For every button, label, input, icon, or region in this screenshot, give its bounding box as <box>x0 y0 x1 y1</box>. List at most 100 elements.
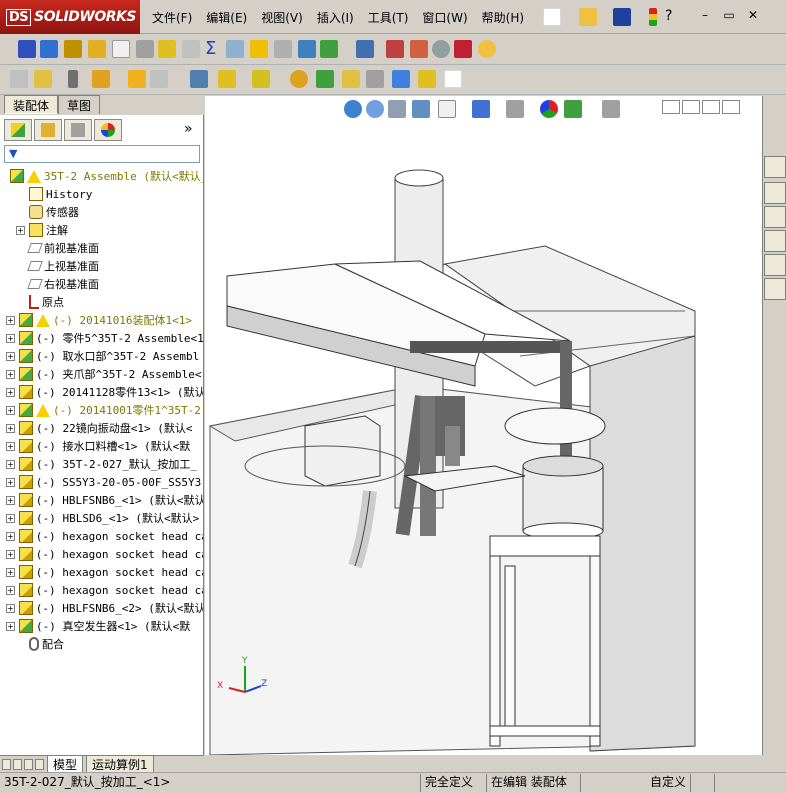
pattern-icon[interactable] <box>92 70 110 88</box>
tree-item[interactable]: + (-) 22镜向振动盘<1> (默认< <box>0 419 203 437</box>
expand-toggle-icon[interactable]: + <box>6 621 15 631</box>
filter-icon[interactable]: ▼ <box>4 145 200 163</box>
expand-toggle-icon[interactable]: + <box>6 531 15 541</box>
measure-icon[interactable] <box>64 40 82 58</box>
file-explorer-icon[interactable] <box>764 206 786 228</box>
tree-item[interactable]: + (-) 夹爪部^35T-2 Assemble< <box>0 365 203 383</box>
sum-icon[interactable]: Σ <box>205 38 216 59</box>
exploded-view-icon[interactable] <box>290 70 308 88</box>
menu-item-3[interactable]: 插入(I) <box>310 9 361 26</box>
design-library-icon[interactable] <box>764 182 786 204</box>
home-icon[interactable] <box>764 156 786 178</box>
status-units[interactable]: 自定义 <box>580 774 690 792</box>
warning-icon[interactable] <box>250 40 268 58</box>
display-style-icon[interactable] <box>472 100 490 118</box>
tree-item[interactable]: + (-) 取水口部^35T-2 Assembl <box>0 347 203 365</box>
minimize-button[interactable]: – <box>694 8 716 24</box>
hole-alignment-icon[interactable] <box>298 40 316 58</box>
tree-item[interactable]: + (-) 零件5^35T-2 Assemble<1 <box>0 329 203 347</box>
import-icon[interactable] <box>356 40 374 58</box>
insert-component-icon[interactable] <box>10 70 28 88</box>
disabled-checkbox-icon[interactable] <box>182 40 200 58</box>
statistics-icon[interactable] <box>112 40 130 58</box>
tree-item[interactable]: + (-) 35T-2-027_默认_按加工_ <box>0 455 203 473</box>
custom-properties-icon[interactable] <box>764 278 786 300</box>
rebuild-traffic-light-icon[interactable] <box>649 8 657 26</box>
previous-view-icon[interactable] <box>388 100 406 118</box>
tree-item[interactable]: + (-) SS5Y3-20-05-00F_SS5Y3-2 <box>0 473 203 491</box>
view-palette-icon[interactable] <box>764 230 786 252</box>
section-view-icon[interactable] <box>412 100 430 118</box>
instant3d-icon[interactable] <box>392 70 410 88</box>
expand-toggle-icon[interactable]: + <box>6 369 15 379</box>
property-manager-tab[interactable] <box>34 119 62 141</box>
zoom-to-fit-icon[interactable] <box>344 100 362 118</box>
tree-item[interactable]: 35T-2 Assemble (默认<默认_ <box>0 167 203 185</box>
interference-detection-icon[interactable] <box>366 70 384 88</box>
tree-item[interactable]: + (-) hexagon socket head cap <box>0 527 203 545</box>
open-folder-icon[interactable] <box>579 8 597 26</box>
show-hidden-icon[interactable] <box>150 70 168 88</box>
tree-item[interactable]: + (-) hexagon socket head cap <box>0 581 203 599</box>
expand-toggle-icon[interactable]: + <box>6 405 15 415</box>
assembly-features-icon[interactable] <box>190 70 208 88</box>
mass-properties-icon[interactable] <box>88 40 106 58</box>
tree-item[interactable]: + (-) 真空发生器<1> (默认<默 <box>0 617 203 635</box>
tree-item[interactable]: + (-) 20141001零件1^35T-2 <box>0 401 203 419</box>
mate-paperclip-icon[interactable] <box>68 70 78 88</box>
tree-item[interactable]: 前视基准面 <box>0 239 203 257</box>
viewport-close-icon[interactable] <box>722 100 740 114</box>
menu-item-4[interactable]: 工具(T) <box>361 9 416 26</box>
smart-fasteners-icon[interactable] <box>252 70 270 88</box>
view-orientation-icon[interactable] <box>438 100 456 118</box>
expand-toggle-icon[interactable]: + <box>6 567 15 577</box>
bottom-tab-1[interactable]: 运动算例1 <box>86 754 154 774</box>
expand-toggle-icon[interactable]: + <box>6 585 15 595</box>
menu-item-5[interactable]: 窗口(W) <box>415 9 474 26</box>
reference-geometry-icon[interactable] <box>218 70 236 88</box>
assembly-model-drawing[interactable] <box>205 96 762 755</box>
spell-check-icon[interactable] <box>18 40 36 58</box>
tree-item[interactable]: 原点 <box>0 293 203 311</box>
menu-item-2[interactable]: 视图(V) <box>254 9 310 26</box>
expand-toggle-icon[interactable]: + <box>6 477 15 487</box>
appearance-icon[interactable] <box>478 40 496 58</box>
clearance-icon[interactable] <box>274 40 292 58</box>
rebuild-status-icon[interactable] <box>690 774 714 792</box>
expand-toggle-icon[interactable]: + <box>6 351 15 361</box>
large-assembly-icon[interactable] <box>418 70 436 88</box>
expand-toggle-icon[interactable]: + <box>6 333 15 343</box>
tree-item[interactable]: + (-) HBLSD6_<1> (默认<默认> <box>0 509 203 527</box>
tab-next-icon[interactable] <box>24 758 33 770</box>
tree-item[interactable]: + (-) hexagon socket head cap <box>0 545 203 563</box>
bill-of-materials-icon[interactable] <box>316 70 334 88</box>
pane-collapse-icon[interactable]: » <box>184 121 193 137</box>
tab-prev-icon[interactable] <box>13 758 22 770</box>
tree-item[interactable]: + (-) 20141128零件13<1> (默认 <box>0 383 203 401</box>
command-tab-0[interactable]: 装配体 <box>4 95 59 114</box>
hide-show-items-icon[interactable] <box>506 100 524 118</box>
check-icon[interactable] <box>40 40 58 58</box>
expand-toggle-icon[interactable]: + <box>6 423 15 433</box>
save-icon[interactable] <box>613 8 631 26</box>
expand-toggle-icon[interactable]: + <box>6 513 15 523</box>
command-tab-1[interactable]: 草图 <box>58 95 101 114</box>
configuration-manager-tab[interactable] <box>64 119 92 141</box>
help-question-icon[interactable]: ? <box>665 8 672 24</box>
snapshot-icon[interactable] <box>444 70 462 88</box>
verify-icon[interactable] <box>432 40 450 58</box>
tree-item[interactable]: + (-) 20141016装配体1<1> <box>0 311 203 329</box>
feature-manager-tab[interactable] <box>4 119 32 141</box>
expand-toggle-icon[interactable]: + <box>6 495 15 505</box>
design-checker-icon[interactable] <box>386 40 404 58</box>
tree-item[interactable]: 配合 <box>0 635 203 653</box>
appearances-icon[interactable] <box>764 254 786 276</box>
section-icon[interactable] <box>136 40 154 58</box>
tree-item[interactable]: + 注解 <box>0 221 203 239</box>
expand-toggle-icon[interactable]: + <box>6 387 15 397</box>
viewport-restore-icon[interactable] <box>702 100 720 114</box>
viewport-tile-icon[interactable] <box>682 100 700 114</box>
tree-item[interactable]: History <box>0 185 203 203</box>
display-manager-tab[interactable] <box>94 119 122 141</box>
menu-item-6[interactable]: 帮助(H) <box>475 9 531 26</box>
